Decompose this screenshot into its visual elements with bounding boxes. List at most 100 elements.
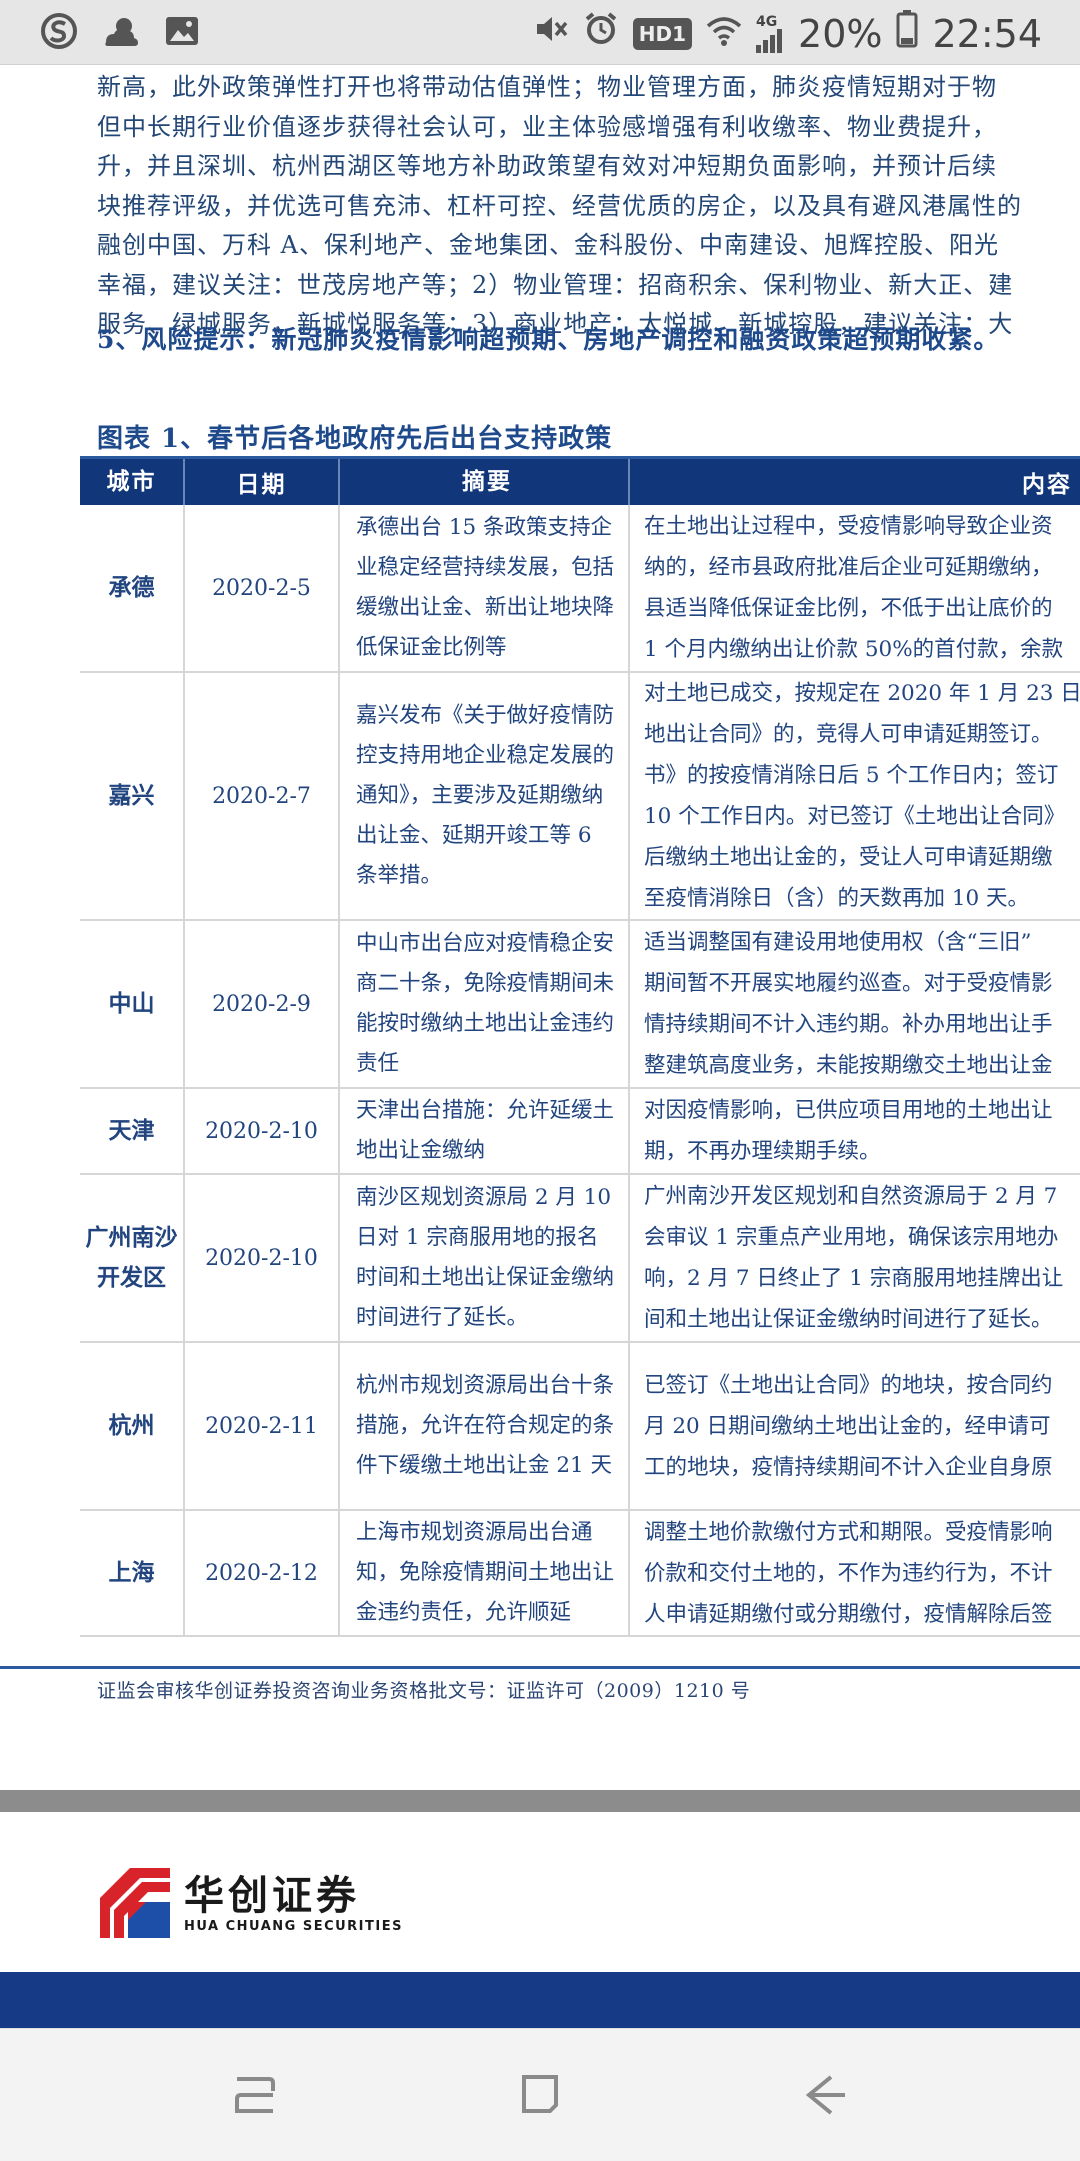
cell-summary: 上海市规划资源局出台通知，免除疫情期间土地出让金违约责任，允许顺延 [340, 1511, 630, 1635]
content-line: 响，2 月 7 日终止了 1 宗商服用地挂牌出让 [644, 1266, 1064, 1291]
cell-date: 2020-2-12 [185, 1511, 340, 1635]
cell-city: 嘉兴 [80, 673, 185, 919]
content-line: 对土地已成交，按规定在 2020 年 1 月 23 日 [644, 681, 1080, 706]
cell-date: 2020-2-5 [185, 505, 340, 671]
cell-summary: 中山市出台应对疫情稳企安商二十条，免除疫情期间未能按时缴纳土地出让金违约责任 [340, 921, 630, 1087]
back-arrow-icon [805, 2075, 845, 2115]
content-line: 在土地出让过程中，受疫情影响导致企业资 [644, 514, 1053, 539]
cell-summary-text: 天津出台措施：允许延缓土地出让金缴纳 [356, 1098, 615, 1163]
back-button[interactable] [790, 2063, 860, 2127]
page-separator [0, 1790, 1080, 1812]
paragraph-line: 但中长期行业价值逐步获得社会认可，业主体验感增强有利收缴率、物业费提升， [97, 112, 997, 141]
policy-table: 城市 日期 摘要 内容 承德 2020-2-5 承德出台 15 条政策支持企业稳定经… [80, 456, 1080, 1637]
navigation-bar [0, 2028, 1080, 2161]
cell-date: 2020-2-10 [185, 1089, 340, 1173]
signal-icon [756, 28, 783, 53]
network-type: 4G [756, 13, 778, 30]
cell-summary-text: 嘉兴发布《关于做好疫情防控支持用地企业稳定发展的通知》，主要涉及延期缴纳出让金、… [356, 703, 615, 888]
risk-warning: 5、风险提示：新冠肺炎疫情影响超预期、房地产调控和融资政策超预期收紧。 [97, 325, 1000, 354]
header-summary: 摘要 [340, 459, 630, 505]
summary-paragraph: 新高，此外政策弹性打开也将带动估值弹性；物业管理方面，肺炎疫情短期对于物 但中长期… [97, 68, 1080, 345]
content-line: 间和土地出让保证金缴纳时间进行了延长。 [644, 1307, 1053, 1332]
figure-title: 图表 1、春节后各地政府先后出台支持政策 [97, 424, 613, 454]
cell-summary-text: 上海市规划资源局出台通知，免除疫情期间土地出让金违约责任，允许顺延 [356, 1520, 615, 1625]
cell-content: 对因疫情影响，已供应项目用地的土地出让 期，不再办理续期手续。 [630, 1089, 1080, 1173]
brand-logo: 华创证券 HUA CHUANG SECURITIES [100, 1868, 403, 1938]
cell-summary: 南沙区规划资源局 2 月 10 日对 1 宗商服用地的报名时间和土地出让保证金缴… [340, 1175, 630, 1341]
content-line: 人申请延期缴付或分期缴付，疫情解除后签 [644, 1601, 1053, 1627]
table-row: 中山 2020-2-9 中山市出台应对疫情稳企安商二十条，免除疫情期间未能按时缴纳土… [80, 921, 1080, 1089]
battery-percent: 20% [798, 11, 883, 56]
cell-summary: 天津出台措施：允许延缓土地出让金缴纳 [340, 1089, 630, 1173]
cell-content: 适当调整国有建设用地使用权（含“三旧” 期间暂不开展实地履约巡查。对于受疫情影 情持… [630, 921, 1080, 1087]
content-line: 期间暂不开展实地履约巡查。对于受疫情影 [644, 971, 1053, 996]
wifi-icon [706, 12, 742, 56]
mute-icon [533, 11, 569, 56]
cell-date: 2020-2-11 [185, 1343, 340, 1509]
content-line: 县适当降低保证金比例，不低于出让底价的 [644, 596, 1053, 621]
cell-date: 2020-2-9 [185, 921, 340, 1087]
paragraph-line: 幸福，建议关注：世茂房地产等；2）物业管理：招商积余、保利物业、新大正、建 [97, 270, 1014, 299]
content-line: 地出让合同》的，竞得人可申请延期签订。 [644, 722, 1053, 747]
cell-summary-text: 南沙区规划资源局 2 月 10 日对 1 宗商服用地的报名时间和土地出让保证金缴… [356, 1185, 615, 1330]
header-date: 日期 [185, 459, 340, 505]
signal-group: 4G [756, 15, 784, 53]
hua-chuang-logo-icon [100, 1868, 170, 1938]
cell-city: 上海 [80, 1511, 185, 1635]
content-line: 整建筑高度业务，未能按期缴交土地出让金 [644, 1053, 1053, 1078]
table-row: 广州南沙开发区 2020-2-10 南沙区规划资源局 2 月 10 日对 1 宗商服… [80, 1175, 1080, 1343]
brand-text: 华创证券 HUA CHUANG SECURITIES [184, 1873, 403, 1934]
paragraph-line: 升，并且深圳、杭州西湖区等地方补助政策望有效对冲短期负面影响，并预计后续 [97, 152, 997, 180]
content-line: 书》的按疫情消除日后 5 个工作日内；签订 [644, 763, 1059, 788]
battery-icon [896, 10, 918, 57]
table-row: 承德 2020-2-5 承德出台 15 条政策支持企业稳定经营持续发展，包括缓缴出让… [80, 505, 1080, 673]
content-line: 10 个工作日内。对已签订《土地出让合同》 [644, 804, 1066, 829]
cell-summary-text: 中山市出台应对疫情稳企安商二十条，免除疫情期间未能按时缴纳土地出让金违约责任 [356, 931, 615, 1076]
cell-content: 调整土地价款缴付方式和期限。受疫情影响 价款和交付土地的，不作为违约行为，不计 人申… [630, 1511, 1080, 1635]
cell-content: 广州南沙开发区规划和自然资源局于 2 月 7 会审议 1 宗重点产业用地，确保该宗… [630, 1175, 1080, 1341]
status-right-icons: HD1 4G 20% 22:54 [533, 10, 1042, 57]
gallery-icon [164, 14, 200, 52]
content-line: 至疫情消除日（含）的天数再加 10 天。 [644, 886, 1030, 911]
cell-summary: 杭州市规划资源局出台十条措施，允许在符合规定的条件下缓缴土地出让金 21 天 [340, 1343, 630, 1509]
content-line: 适当调整国有建设用地使用权（含“三旧” [644, 930, 1032, 955]
header-city: 城市 [80, 459, 185, 505]
cell-city: 中山 [80, 921, 185, 1087]
home-button[interactable] [505, 2063, 575, 2127]
brand-name-cn: 华创证券 [184, 1872, 360, 1919]
content-line: 价款和交付土地的，不作为违约行为，不计 [644, 1560, 1053, 1586]
paragraph-line: 块推荐评级，并优选可售充沛、杠杆可控、经营优质的房企，以及具有避风港属性的 [97, 191, 1022, 220]
content-line: 会审议 1 宗重点产业用地，确保该宗用地办 [644, 1225, 1059, 1250]
license-note: 证监会审核华创证券投资咨询业务资格批文号：证监许可（2009）1210 号 [97, 1680, 751, 1702]
hd-badge: HD1 [632, 17, 693, 50]
paragraph-line: 融创中国、万科 A、保利地产、金地集团、金科股份、中南建设、旭辉控股、阳光 [97, 231, 999, 259]
recent-apps-icon [235, 2077, 275, 2113]
cell-content: 已签订《土地出让合同》的地块，按合同约月 20 日期间缴纳土地出让金的，经申请可… [630, 1343, 1080, 1509]
brand-name-en: HUA CHUANG SECURITIES [184, 1918, 403, 1934]
cell-city: 杭州 [80, 1343, 185, 1509]
cell-date: 2020-2-10 [185, 1175, 340, 1341]
content-line: 对因疫情影响，已供应项目用地的土地出让 [644, 1098, 1053, 1123]
cell-summary-text: 承德出台 15 条政策支持企业稳定经营持续发展，包括缓缴出让金、新出让地块降低保… [356, 515, 615, 660]
table-header: 城市 日期 摘要 内容 [80, 459, 1080, 505]
content-line: 情持续期间不计入违约期。补办用地出让手 [644, 1012, 1053, 1037]
brand-area: 华创证券 HUA CHUANG SECURITIES [0, 1812, 1080, 1960]
table-row: 杭州 2020-2-11 杭州市规划资源局出台十条措施，允许在符合规定的条件下缓缴土… [80, 1343, 1080, 1511]
cell-summary-text: 杭州市规划资源局出台十条措施，允许在符合规定的条件下缓缴土地出让金 21 天 [356, 1373, 615, 1478]
content-line: 工的地块，疫情持续期间不计入企业自身原 [644, 1454, 1053, 1480]
sougou-icon [40, 12, 78, 54]
home-icon [522, 2075, 558, 2113]
cell-summary: 嘉兴发布《关于做好疫情防控支持用地企业稳定发展的通知》，主要涉及延期缴纳出让金、… [340, 673, 630, 919]
cell-content: 对土地已成交，按规定在 2020 年 1 月 23 日地出让合同》的，竞得人可申… [630, 673, 1080, 919]
footer-divider [0, 1666, 1080, 1669]
content-line: 纳的，经市县政府批准后企业可延期缴纳， [644, 555, 1053, 580]
cell-city: 天津 [80, 1089, 185, 1173]
content-line: 广州南沙开发区规划和自然资源局于 2 月 7 [644, 1184, 1058, 1209]
paragraph-line: 新高，此外政策弹性打开也将带动估值弹性；物业管理方面，肺炎疫情短期对于物 [97, 73, 997, 101]
cell-date: 2020-2-7 [185, 673, 340, 919]
recent-apps-button[interactable] [220, 2063, 290, 2127]
status-left-icons [40, 12, 200, 54]
table-body: 承德 2020-2-5 承德出台 15 条政策支持企业稳定经营持续发展，包括缓缴出让… [80, 505, 1080, 1637]
cell-city: 承德 [80, 505, 185, 671]
content-line: 期，不再办理续期手续。 [644, 1139, 881, 1164]
